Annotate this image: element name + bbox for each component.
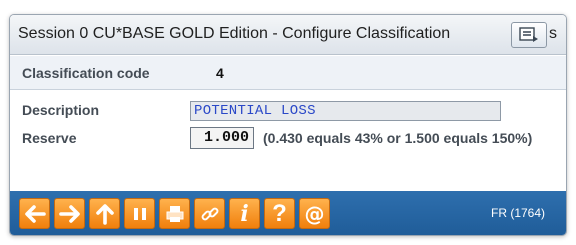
window-title: Session 0 CU*BASE GOLD Edition - Configu… — [18, 25, 451, 42]
info-icon: i — [240, 200, 249, 227]
back-arrow-icon — [24, 204, 46, 223]
pause-button[interactable] — [124, 198, 155, 229]
title-overflow-text: s — [549, 25, 557, 42]
bottom-toolbar: i ? @ — [10, 191, 566, 235]
reserve-label: Reserve — [22, 130, 77, 146]
email-icon: @ — [304, 201, 325, 226]
link-icon — [201, 207, 218, 220]
link-button[interactable] — [194, 198, 225, 229]
back-button[interactable] — [19, 198, 50, 229]
configure-classification-window: Session 0 CU*BASE GOLD Edition - Configu… — [9, 14, 567, 236]
email-button[interactable]: @ — [299, 198, 330, 229]
pause-icon — [133, 207, 146, 220]
window-menu-button[interactable] — [511, 22, 547, 48]
forward-button[interactable] — [54, 198, 85, 229]
reserve-hint: (0.430 equals 43% or 1.500 equals 150%) — [263, 130, 533, 146]
info-button[interactable]: i — [229, 198, 260, 229]
print-button[interactable] — [159, 198, 190, 229]
forward-arrow-icon — [58, 204, 80, 223]
up-arrow-icon — [95, 203, 114, 225]
title-bar: Session 0 CU*BASE GOLD Edition - Configu… — [10, 15, 566, 55]
reserve-field[interactable]: 1.000 — [190, 127, 254, 149]
up-button[interactable] — [89, 198, 120, 229]
description-field[interactable]: POTENTIAL LOSS — [190, 101, 501, 121]
help-icon: ? — [272, 199, 287, 227]
print-icon — [166, 205, 183, 222]
help-button[interactable]: ? — [264, 198, 295, 229]
menu-icon — [519, 27, 538, 42]
classification-code-label: Classification code — [22, 65, 150, 81]
description-label: Description — [22, 102, 100, 118]
screen-id: FR (1764) — [491, 206, 546, 220]
classification-code-value: 4 — [216, 65, 224, 81]
classification-header: Classification code 4 — [10, 56, 566, 90]
